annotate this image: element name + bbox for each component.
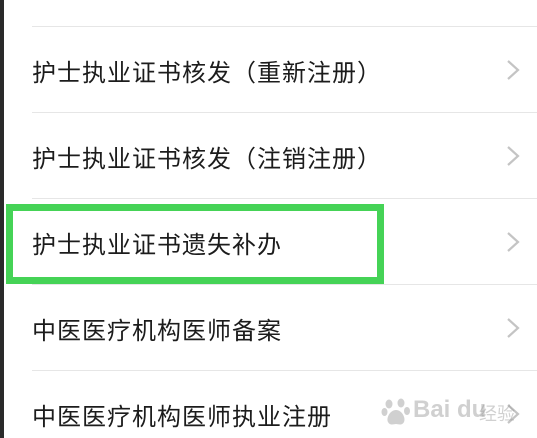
menu-item-nurse-cert-lost-reissue[interactable]: 护士执业证书遗失补办 [4,200,537,284]
menu-item-nurse-cert-reregister[interactable]: 护士执业证书核发（重新注册） [4,28,537,112]
menu-item-nurse-cert-cancel[interactable]: 护士执业证书核发（注销注册） [4,114,537,198]
chevron-right-icon [507,404,520,424]
divider [32,112,537,113]
screen: 护士执业证书核发（重新注册） 护士执业证书核发（注销注册） 护士执业证书遗失补办… [0,0,537,438]
chevron-right-icon [507,146,520,166]
menu-item-label: 中医医疗机构医师执业注册 [32,402,332,431]
menu-item-tcm-physician-registration[interactable]: 中医医疗机构医师执业注册 [4,372,537,438]
chevron-right-icon [507,60,520,80]
menu-item-label: 中医医疗机构医师备案 [32,316,282,345]
divider [32,198,537,199]
menu-item-label: 护士执业证书核发（重新注册） [32,58,382,87]
chevron-right-icon [507,318,520,338]
chevron-right-icon [507,232,520,252]
service-menu-list: 护士执业证书核发（重新注册） 护士执业证书核发（注销注册） 护士执业证书遗失补办… [4,0,537,438]
menu-item-tcm-physician-filing[interactable]: 中医医疗机构医师备案 [4,286,537,370]
menu-item-label: 护士执业证书遗失补办 [32,230,282,259]
divider [32,26,537,27]
divider [32,370,537,371]
menu-item-label: 护士执业证书核发（注销注册） [32,144,382,173]
divider [32,284,537,285]
